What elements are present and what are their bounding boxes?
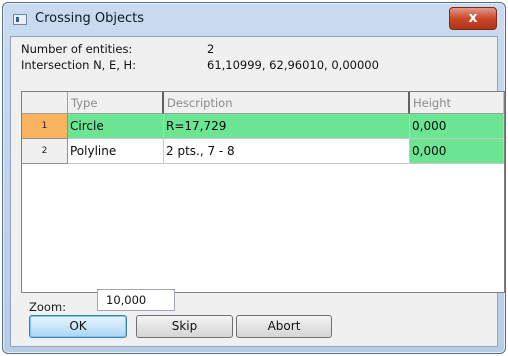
zoom-input[interactable] — [97, 289, 175, 311]
table-cell-type[interactable]: Circle — [68, 114, 164, 139]
close-icon: x — [468, 10, 478, 26]
table-cell-height[interactable]: 0,000 — [410, 114, 504, 139]
intersection-label: Intersection N, E, H: — [21, 58, 137, 72]
intersection-value: 61,10999, 62,96010, 0,00000 — [207, 58, 379, 72]
row-header-1[interactable]: 1 — [22, 114, 68, 139]
row-header-2[interactable]: 2 — [22, 139, 68, 164]
column-header-description[interactable]: Description — [164, 92, 410, 114]
close-button[interactable]: x — [449, 7, 497, 30]
ok-button[interactable]: OK — [29, 315, 127, 338]
entities-count-value: 2 — [207, 42, 215, 56]
crossing-objects-dialog: Crossing Objects x Number of entities: 2… — [2, 2, 506, 354]
entities-count-label: Number of entities: — [21, 42, 133, 56]
table-cell-description[interactable]: R=17,729 — [164, 114, 410, 139]
crossing-objects-table[interactable]: Type Description Height 1 Circle R=17,72… — [21, 91, 505, 293]
abort-button[interactable]: Abort — [236, 315, 332, 338]
zoom-label: Zoom: — [29, 300, 67, 314]
column-header-type[interactable]: Type — [68, 92, 164, 114]
title-bar[interactable]: Crossing Objects x — [3, 3, 505, 35]
skip-button[interactable]: Skip — [136, 315, 233, 338]
table-cell-type[interactable]: Polyline — [68, 139, 164, 164]
table-cell-description[interactable]: 2 pts., 7 - 8 — [164, 139, 410, 164]
table-cell-height[interactable]: 0,000 — [410, 139, 504, 164]
window-title: Crossing Objects — [35, 11, 144, 26]
column-header-height[interactable]: Height — [410, 92, 504, 114]
dialog-body: Number of entities: 2 Intersection N, E,… — [10, 36, 505, 347]
app-window-icon — [13, 14, 27, 25]
table-corner-header — [22, 92, 68, 114]
